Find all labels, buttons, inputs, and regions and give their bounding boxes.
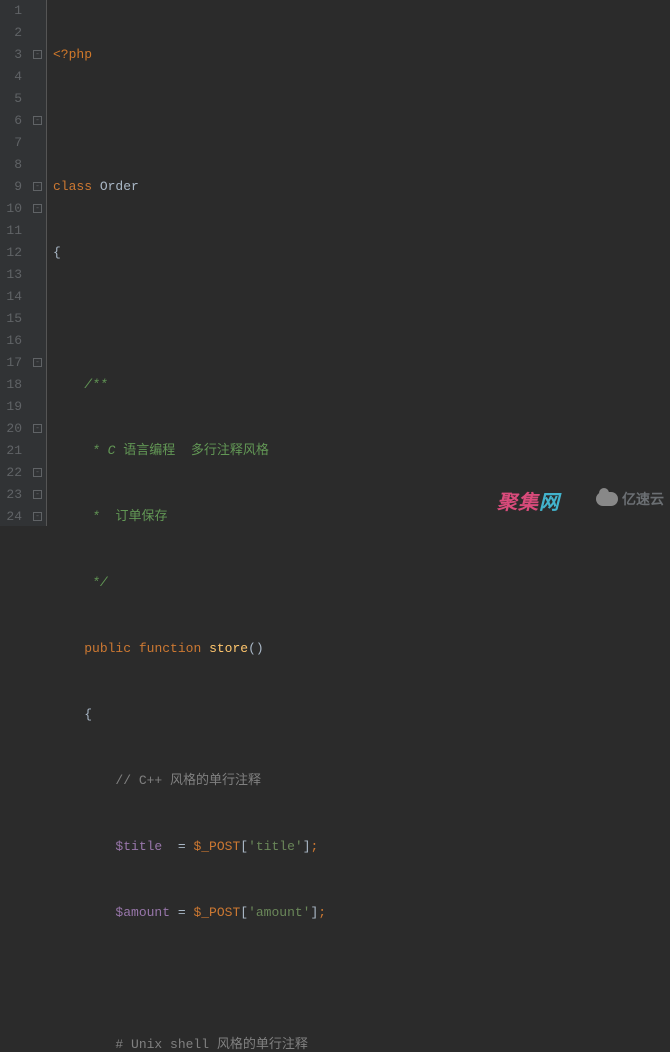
code-line: * 订单保存 bbox=[53, 506, 670, 528]
code-line: $amount = $_POST['amount']; bbox=[53, 902, 670, 924]
brace-open: { bbox=[53, 245, 61, 260]
brace-open: { bbox=[84, 707, 92, 722]
line-number: 18 bbox=[4, 374, 22, 396]
line-number-gutter: 1 2 3 4 5 6 7 8 9 10 11 12 13 14 15 16 1… bbox=[0, 0, 30, 526]
line-number: 16 bbox=[4, 330, 22, 352]
watermark-text: 聚集 bbox=[497, 492, 539, 514]
code-line: $title = $_POST['title']; bbox=[53, 836, 670, 858]
operator: = bbox=[170, 905, 193, 920]
paren: () bbox=[248, 641, 264, 656]
docblock-text: 订单保存 bbox=[115, 509, 167, 524]
docblock-text: 语言编程 多行注释风格 bbox=[123, 443, 269, 458]
line-number: 9 bbox=[4, 176, 22, 198]
line-number: 8 bbox=[4, 154, 22, 176]
fold-toggle-icon[interactable]: - bbox=[33, 50, 42, 59]
fold-toggle-icon[interactable]: - bbox=[33, 204, 42, 213]
comment: 风格的单行注释 bbox=[217, 1037, 308, 1052]
string: 'title' bbox=[248, 839, 303, 854]
line-number: 7 bbox=[4, 132, 22, 154]
fold-toggle-icon[interactable]: - bbox=[33, 358, 42, 367]
watermark-text: 网 bbox=[539, 492, 560, 514]
docblock-text: C bbox=[108, 443, 116, 458]
line-number: 22 bbox=[4, 462, 22, 484]
docblock-star: * bbox=[84, 509, 100, 524]
line-number: 20 bbox=[4, 418, 22, 440]
comment: 风格的单行注释 bbox=[170, 773, 261, 788]
line-number: 15 bbox=[4, 308, 22, 330]
line-number: 11 bbox=[4, 220, 22, 242]
watermark-left: 聚集网 bbox=[497, 492, 560, 514]
line-number: 5 bbox=[4, 88, 22, 110]
line-number: 4 bbox=[4, 66, 22, 88]
docblock-star: * bbox=[84, 443, 100, 458]
fold-toggle-icon[interactable]: - bbox=[33, 468, 42, 477]
variable: $amount bbox=[115, 905, 170, 920]
fold-column: - - - - - - - - - bbox=[30, 0, 46, 526]
code-area[interactable]: <?php class Order { /** * C 语言编程 多行注释风格 … bbox=[47, 0, 670, 526]
code-line: { bbox=[53, 242, 670, 264]
line-number: 14 bbox=[4, 286, 22, 308]
fold-toggle-icon[interactable]: - bbox=[33, 512, 42, 521]
variable: $title bbox=[115, 839, 162, 854]
code-line bbox=[53, 308, 670, 330]
line-number: 21 bbox=[4, 440, 22, 462]
line-number: 19 bbox=[4, 396, 22, 418]
class-name: Order bbox=[100, 179, 139, 194]
code-line bbox=[53, 110, 670, 132]
fold-toggle-icon[interactable]: - bbox=[33, 424, 42, 433]
code-line: class Order bbox=[53, 176, 670, 198]
line-number: 1 bbox=[4, 0, 22, 22]
php-open-tag: <?php bbox=[53, 47, 92, 62]
keyword-class: class bbox=[53, 179, 92, 194]
cloud-icon bbox=[596, 492, 618, 506]
watermark-right: 亿速云 bbox=[596, 488, 664, 510]
fold-toggle-icon[interactable]: - bbox=[33, 490, 42, 499]
code-line: public function store() bbox=[53, 638, 670, 660]
superglobal: $_POST bbox=[193, 839, 240, 854]
line-number: 6 bbox=[4, 110, 22, 132]
fold-toggle-icon[interactable]: - bbox=[33, 116, 42, 125]
line-number: 12 bbox=[4, 242, 22, 264]
code-line bbox=[53, 968, 670, 990]
line-number: 10 bbox=[4, 198, 22, 220]
keyword-public: public bbox=[84, 641, 131, 656]
operator: = bbox=[162, 839, 193, 854]
code-editor[interactable]: 1 2 3 4 5 6 7 8 9 10 11 12 13 14 15 16 1… bbox=[0, 0, 670, 526]
line-number: 17 bbox=[4, 352, 22, 374]
docblock-close: */ bbox=[84, 575, 107, 590]
line-number: 13 bbox=[4, 264, 22, 286]
code-line: */ bbox=[53, 572, 670, 594]
line-number: 3 bbox=[4, 44, 22, 66]
superglobal: $_POST bbox=[193, 905, 240, 920]
code-line: # Unix shell 风格的单行注释 bbox=[53, 1034, 670, 1052]
line-number: 24 bbox=[4, 506, 22, 528]
comment: // C++ bbox=[115, 773, 162, 788]
watermark-text: 亿速云 bbox=[622, 488, 664, 510]
line-number: 23 bbox=[4, 484, 22, 506]
code-line: /** bbox=[53, 374, 670, 396]
code-line: // C++ 风格的单行注释 bbox=[53, 770, 670, 792]
fold-toggle-icon[interactable]: - bbox=[33, 182, 42, 191]
code-line: * C 语言编程 多行注释风格 bbox=[53, 440, 670, 462]
code-line: { bbox=[53, 704, 670, 726]
line-number: 2 bbox=[4, 22, 22, 44]
string: 'amount' bbox=[248, 905, 310, 920]
comment: # Unix shell bbox=[115, 1037, 209, 1052]
function-name: store bbox=[209, 641, 248, 656]
keyword-function: function bbox=[139, 641, 201, 656]
code-line: <?php bbox=[53, 44, 670, 66]
docblock-open: /** bbox=[84, 377, 107, 392]
